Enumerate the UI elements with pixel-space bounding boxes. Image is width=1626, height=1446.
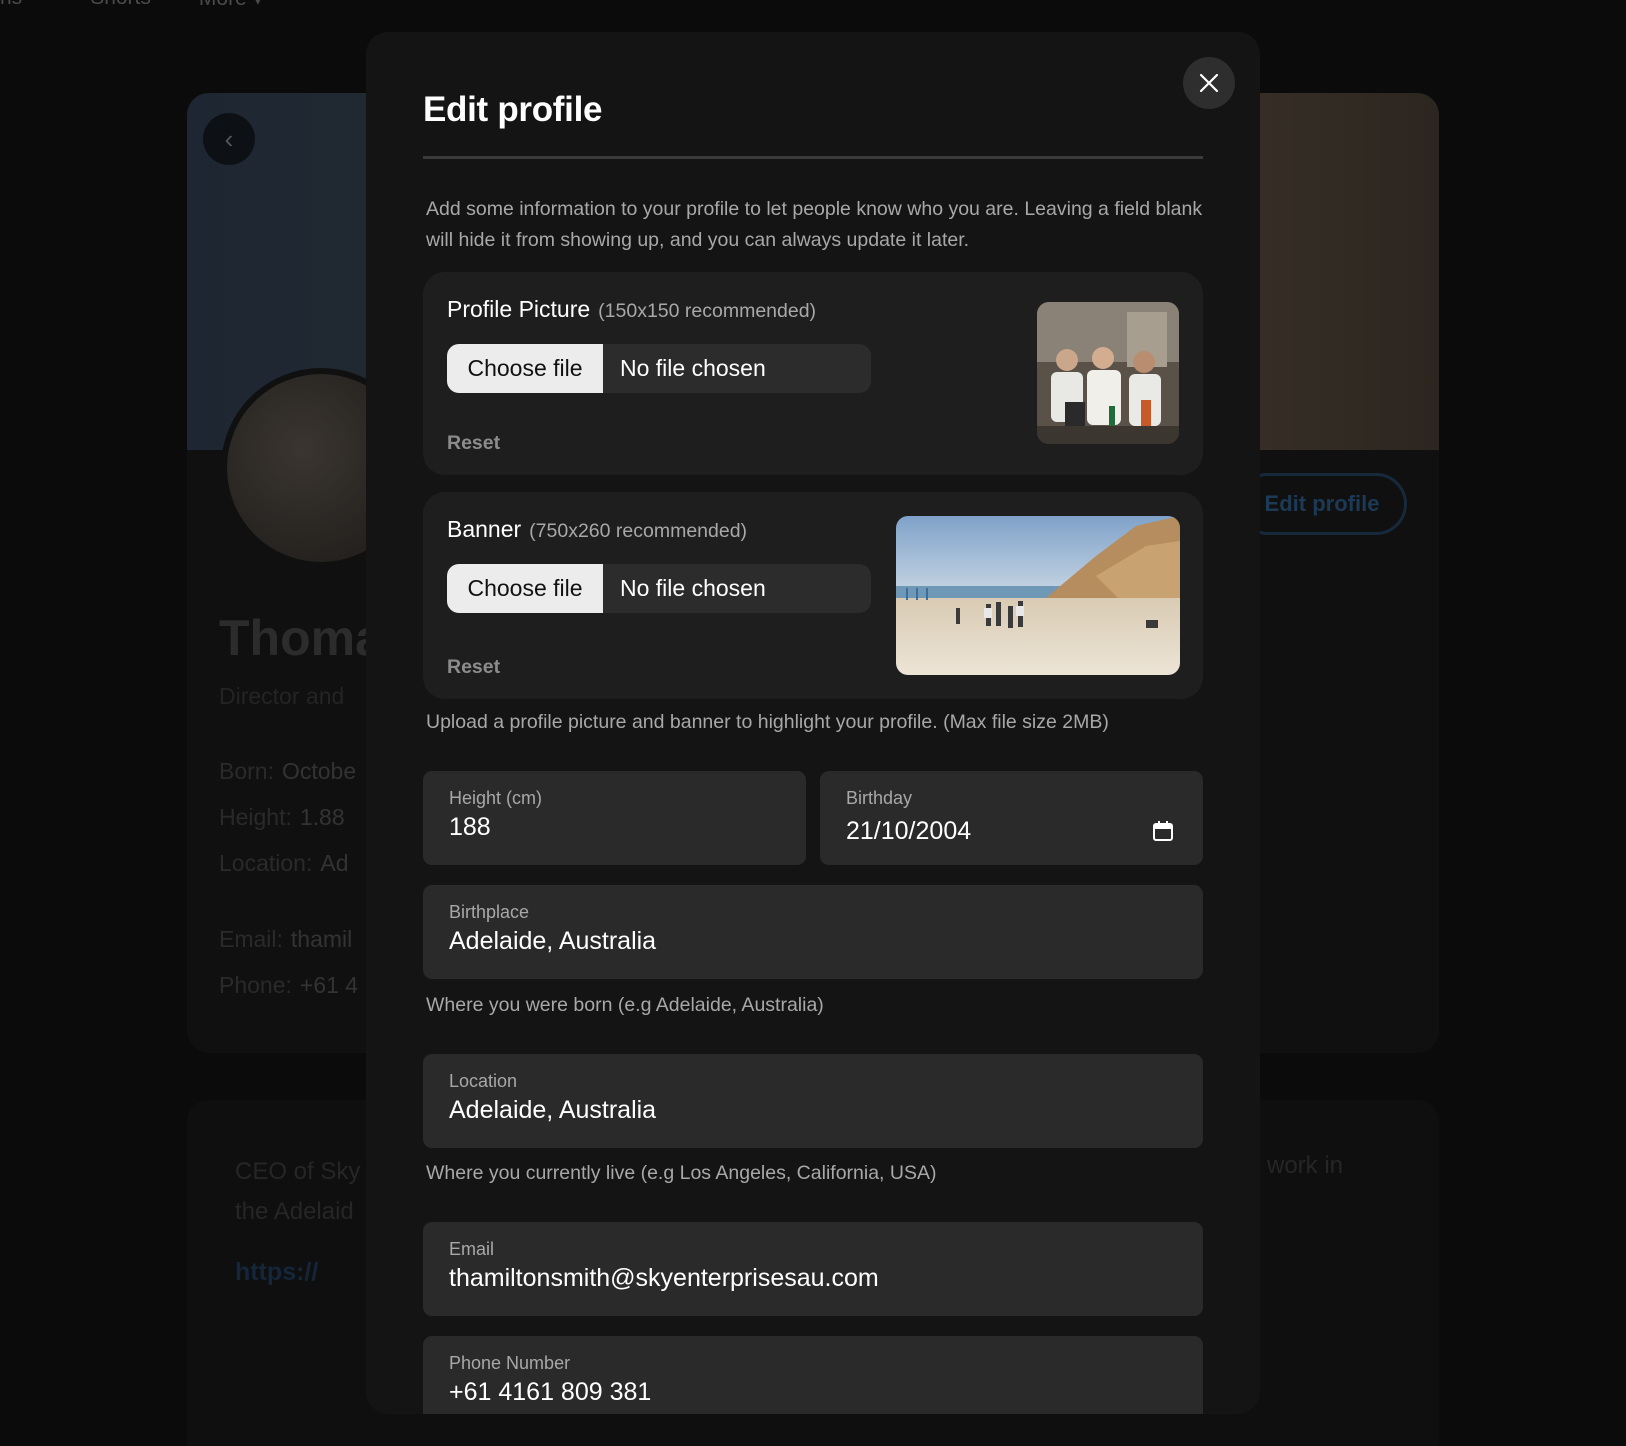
banner-card: Banner (750x260 recommended) Choose file … [423,492,1203,699]
profile-picture-card: Profile Picture (150x150 recommended) Cho… [423,272,1203,475]
birthday-label: Birthday [846,788,913,808]
birthday-field[interactable]: Birthday 21/10/2004 [820,771,1203,865]
edit-profile-modal: Edit profile Add some information to you… [366,32,1260,1414]
file-status: No file chosen [620,355,766,381]
banner-file-input[interactable]: Choose file No file chosen [447,564,871,613]
banner-preview [896,516,1180,675]
height-field[interactable]: Height (cm) 188 [423,771,806,865]
email-label: Email [449,1239,495,1259]
info-row-phone: Phone: +61 4 [219,972,359,998]
email-input[interactable]: thamiltonsmith@skyenterprisesau.com [449,1264,879,1293]
info-row-height: Height: 1.88 [219,804,345,830]
phone-field[interactable]: Phone Number +61 4161 809 381 [423,1336,1203,1414]
birthplace-label: Birthplace [449,902,530,922]
location-input[interactable]: Adelaide, Australia [449,1096,656,1125]
calendar-icon[interactable] [1151,819,1175,843]
birthday-input[interactable]: 21/10/2004 [846,817,971,846]
close-icon [1199,73,1219,93]
back-icon[interactable]: ‹ [203,113,255,165]
choose-file-button[interactable]: Choose file [447,564,603,613]
location-help-text: Where you currently live (e.g Los Angele… [426,1162,937,1184]
banner-label: Banner (750x260 recommended) [447,516,748,542]
edit-profile-button[interactable]: Edit profile [1237,473,1407,535]
bio-text-right: work in [1267,1152,1344,1179]
profile-picture-recommended: (150x150 recommended) [598,300,817,322]
nav-item-shorts[interactable]: Shorts [90,0,151,26]
profile-subtitle: Director and [219,683,345,709]
title-divider [423,156,1203,159]
nav-item-more[interactable]: More ▾ [199,0,263,26]
info-row-location: Location: Ad [219,850,349,876]
profile-link[interactable]: https:// [235,1258,318,1287]
location-label: Location [449,1071,518,1091]
banner-recommended: (750x260 recommended) [529,520,748,542]
profile-picture-label: Profile Picture (150x150 recommended) [447,296,817,322]
bio-text: CEO of Sky the Adelaid [235,1158,361,1225]
intro-text: Add some information to your profile to … [426,198,1203,251]
phone-input[interactable]: +61 4161 809 381 [449,1378,651,1407]
profile-picture-reset-link[interactable]: Reset [447,432,500,455]
height-input[interactable]: 188 [449,813,491,842]
banner-reset-link[interactable]: Reset [447,656,500,679]
birthplace-input[interactable]: Adelaide, Australia [449,927,656,956]
choose-file-button[interactable]: Choose file [447,344,603,393]
close-button[interactable] [1183,57,1235,109]
profile-name: Thoma [219,610,383,666]
file-status: No file chosen [620,575,766,601]
modal-title: Edit profile [423,90,603,129]
info-row-email: Email: thamil [219,926,353,952]
info-row-born: Born: Octobe [219,758,357,784]
profile-picture-preview [1037,302,1179,444]
top-nav: ns Shorts More ▾ [0,0,263,26]
upload-help-text: Upload a profile picture and banner to h… [426,711,1109,733]
birthplace-field[interactable]: Birthplace Adelaide, Australia [423,885,1203,979]
email-field[interactable]: Email thamiltonsmith@skyenterprisesau.co… [423,1222,1203,1316]
height-label: Height (cm) [449,788,543,808]
location-field[interactable]: Location Adelaide, Australia [423,1054,1203,1148]
phone-label: Phone Number [449,1353,571,1373]
nav-item[interactable]: ns [0,0,22,26]
birthplace-help-text: Where you were born (e.g Adelaide, Austr… [426,994,824,1016]
profile-picture-file-input[interactable]: Choose file No file chosen [447,344,871,393]
